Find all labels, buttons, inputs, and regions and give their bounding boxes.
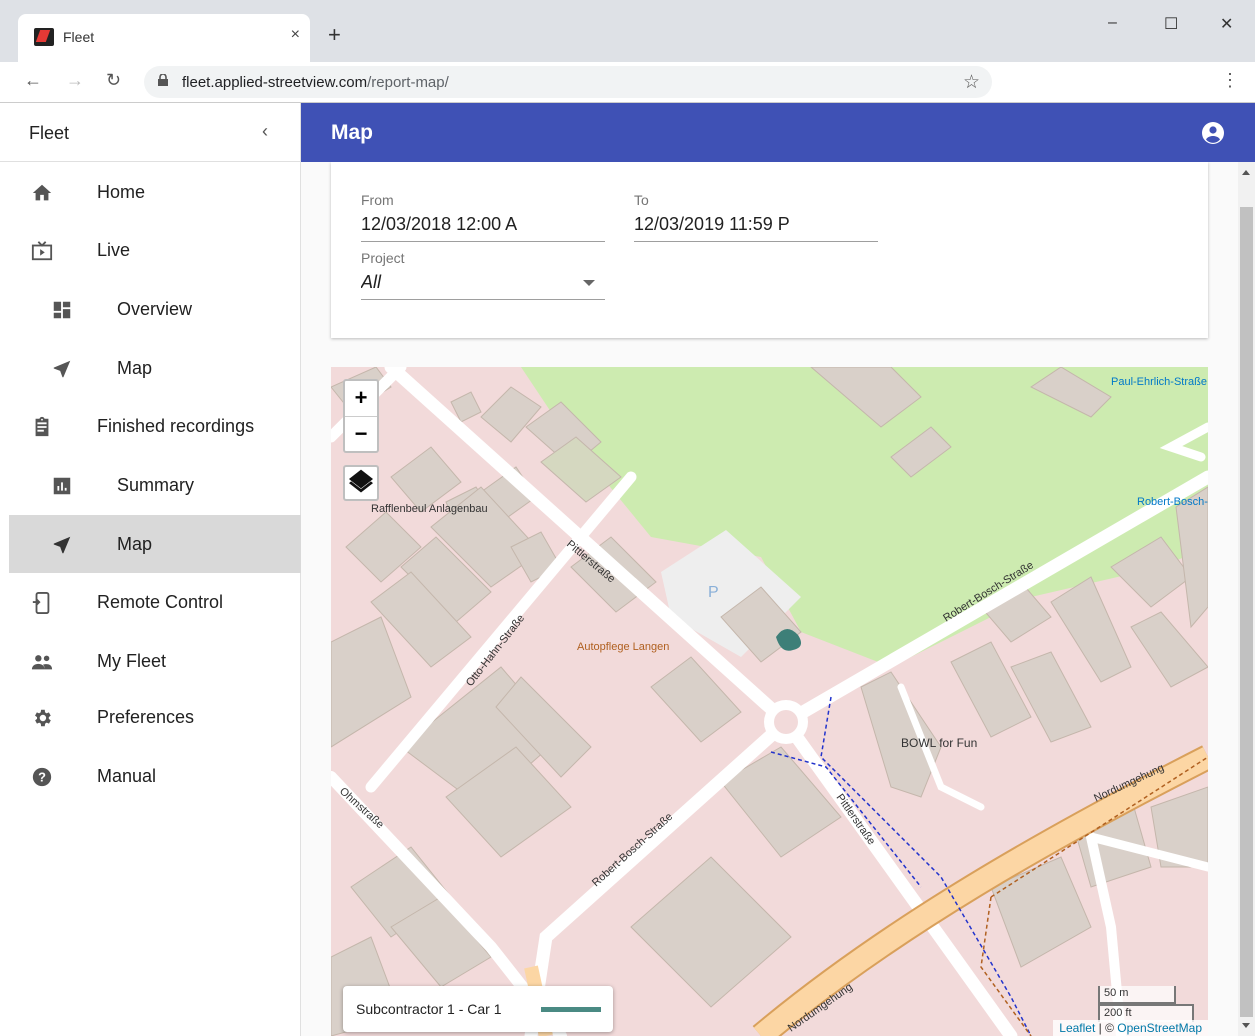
dashboard-icon: [53, 301, 71, 319]
account-circle-icon[interactable]: [1201, 121, 1225, 145]
url-host: fleet.applied-streetview.com: [182, 74, 368, 91]
sidebar-item-label: My Fleet: [97, 651, 167, 671]
from-input[interactable]: 12/03/2018 12:00 A: [361, 208, 605, 242]
map-container[interactable]: Pittlerstraße Pittlerstraße Robert-Bosch…: [331, 367, 1208, 1036]
url-text: fleet.applied-streetview.com/report-map/: [182, 74, 449, 91]
page-scrollbar[interactable]: [1238, 162, 1255, 1036]
page-title: Map: [331, 121, 373, 144]
tv-icon: [31, 241, 53, 261]
navigation-icon: [53, 360, 71, 378]
browser-tab-strip: Fleet × + – ☐ ✕: [0, 0, 1255, 62]
sidebar: Fleet ‹ Home Live Overview Map Finished …: [0, 103, 301, 1036]
to-input[interactable]: 12/03/2019 11:59 P: [634, 208, 878, 242]
leaflet-link[interactable]: Leaflet: [1059, 1021, 1095, 1035]
dropdown-arrow-icon[interactable]: [583, 280, 595, 286]
sidebar-item-label: Map: [117, 534, 153, 554]
sidebar-item-live[interactable]: Live: [9, 221, 301, 279]
filter-card: From 12/03/2018 12:00 A To 12/03/2019 11…: [331, 162, 1208, 338]
sidebar-brand: Fleet: [29, 123, 70, 143]
scroll-down-arrow-icon[interactable]: [1242, 1023, 1250, 1028]
help-icon: ?: [32, 767, 52, 787]
gear-icon: [35, 709, 51, 727]
project-select[interactable]: All: [361, 266, 605, 300]
sidebar-item-report-map[interactable]: Map: [9, 515, 301, 573]
close-tab-icon[interactable]: ×: [291, 26, 300, 44]
map-label-autopflege: Autopflege Langen: [577, 641, 669, 653]
to-label: To: [634, 192, 649, 208]
lock-icon: [158, 74, 168, 86]
sidebar-item-label: Manual: [97, 766, 157, 786]
openstreetmap-link[interactable]: OpenStreetMap: [1117, 1021, 1202, 1035]
map-label-bowl: BOWL for Fun: [901, 736, 977, 750]
scroll-up-arrow-icon[interactable]: [1242, 170, 1250, 175]
map-label-paul-ehrlich: Paul-Ehrlich-Straße: [1111, 376, 1207, 388]
clipboard-icon: [35, 416, 49, 437]
sidebar-item-live-map[interactable]: Map: [9, 339, 301, 397]
track-legend: Subcontractor 1 - Car 1: [343, 986, 613, 1032]
phone-icon: [32, 592, 50, 614]
map-scale: 50 m 200 ft: [1098, 986, 1194, 1022]
browser-tab-title: Fleet: [63, 29, 95, 45]
map-label-parking: P: [708, 584, 719, 601]
sidebar-item-overview[interactable]: Overview: [9, 280, 301, 338]
zoom-control: + −: [343, 379, 379, 453]
sidebar-item-label: Overview: [117, 299, 193, 319]
project-field[interactable]: Project All: [361, 250, 605, 300]
sidebar-item-label: Live: [97, 240, 131, 260]
map-label-robert-bosch-sued: Robert-Bosch-Straße Süd: [1137, 496, 1208, 508]
url-path: /report-map/: [367, 74, 449, 91]
scale-metric: 50 m: [1098, 986, 1176, 1004]
svg-text:?: ?: [38, 770, 46, 785]
people-icon: [31, 655, 53, 670]
sidebar-item-label: Home: [97, 182, 146, 202]
browser-tab[interactable]: Fleet ×: [18, 14, 310, 62]
chevron-left-icon[interactable]: ‹: [262, 121, 268, 142]
zoom-out-button[interactable]: −: [345, 416, 377, 451]
sidebar-item-label: Preferences: [97, 707, 195, 727]
project-label: Project: [361, 250, 405, 266]
bookmark-star-icon[interactable]: ☆: [963, 71, 980, 94]
back-arrow-icon[interactable]: ←: [24, 70, 42, 91]
attribution-separator: | ©: [1095, 1021, 1118, 1035]
browser-toolbar: ← → ↻ fleet.applied-streetview.com/repor…: [0, 62, 1255, 103]
sidebar-item-label: Map: [117, 358, 153, 378]
chart-icon: [53, 477, 71, 495]
minimize-window-button[interactable]: –: [1108, 14, 1117, 32]
new-tab-button[interactable]: +: [328, 22, 341, 48]
fleet-favicon-icon: [34, 28, 54, 46]
sidebar-item-label: Remote Control: [97, 592, 224, 612]
browser-menu-icon[interactable]: ⋮: [1221, 70, 1239, 91]
maximize-window-button[interactable]: ☐: [1164, 14, 1178, 34]
app-bar: Map: [301, 103, 1255, 162]
from-field[interactable]: From 12/03/2018 12:00 A: [361, 192, 605, 242]
address-bar[interactable]: fleet.applied-streetview.com/report-map/…: [144, 66, 992, 98]
map-label-rafflenbeul: Rafflenbeul Anlagenbau: [371, 503, 488, 515]
home-icon: [32, 184, 52, 201]
layers-button[interactable]: [343, 465, 379, 501]
from-label: From: [361, 192, 394, 208]
sidebar-header: Fleet ‹: [0, 103, 300, 162]
to-field[interactable]: To 12/03/2019 11:59 P: [634, 192, 878, 242]
sidebar-item-home[interactable]: Home: [9, 163, 301, 221]
zoom-in-button[interactable]: +: [345, 381, 377, 416]
layers-icon: [349, 469, 373, 493]
legend-line-swatch: [541, 1007, 601, 1012]
sidebar-item-my-fleet[interactable]: My Fleet: [9, 632, 301, 690]
reload-icon[interactable]: ↻: [106, 70, 121, 91]
sidebar-item-label: Summary: [117, 475, 195, 495]
legend-label: Subcontractor 1 - Car 1: [356, 1001, 502, 1017]
sidebar-item-remote-control[interactable]: Remote Control: [9, 573, 301, 631]
scrollbar-thumb[interactable]: [1240, 207, 1253, 1017]
main-content: From 12/03/2018 12:00 A To 12/03/2019 11…: [301, 162, 1238, 1036]
map-tiles[interactable]: Pittlerstraße Pittlerstraße Robert-Bosch…: [331, 367, 1208, 1036]
sidebar-item-manual[interactable]: ? Manual: [9, 747, 301, 805]
sidebar-item-label: Finished recordings: [97, 416, 255, 436]
navigation-icon: [53, 536, 71, 554]
sidebar-item-summary[interactable]: Summary: [9, 456, 301, 514]
map-attribution: Leaflet | © OpenStreetMap: [1053, 1020, 1208, 1036]
sidebar-item-finished-recordings[interactable]: Finished recordings: [9, 397, 301, 455]
sidebar-item-preferences[interactable]: Preferences: [9, 688, 301, 746]
close-window-button[interactable]: ✕: [1220, 14, 1233, 34]
forward-arrow-icon[interactable]: →: [66, 70, 84, 91]
